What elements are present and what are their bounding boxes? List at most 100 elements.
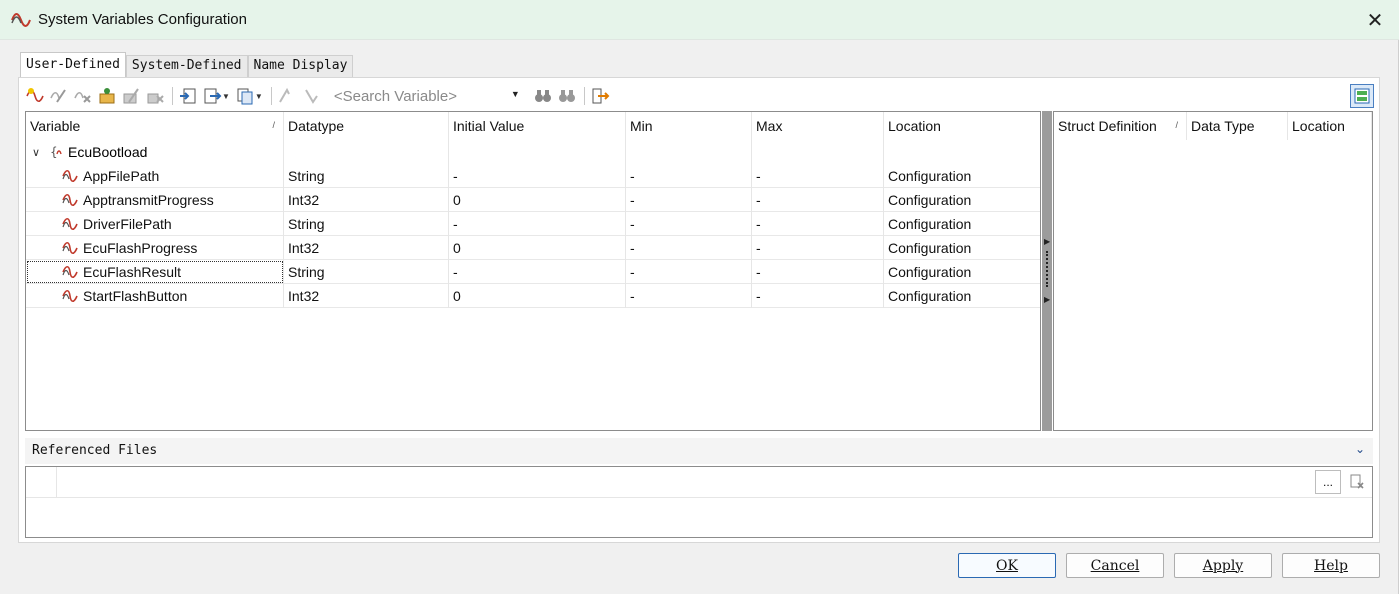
column-divider [883, 140, 884, 164]
max-cell[interactable]: - [752, 236, 884, 260]
initial-value-cell[interactable]: - [449, 260, 626, 284]
max-cell[interactable]: - [752, 164, 884, 188]
chevron-down-icon[interactable]: ∨ [32, 146, 44, 159]
column-header-initial-value[interactable]: Initial Value [449, 112, 626, 140]
variable-icon [62, 289, 78, 303]
datatype-cell[interactable]: String [284, 164, 449, 188]
row-divider [26, 497, 1372, 498]
import-icon[interactable] [177, 85, 199, 107]
variable-name[interactable]: EcuFlashResult [26, 260, 284, 284]
min-cell[interactable]: - [626, 164, 752, 188]
column-header-location[interactable]: Location [884, 112, 1040, 140]
find-next-icon[interactable] [556, 85, 578, 107]
initial-value-cell[interactable]: 0 [449, 236, 626, 260]
arrow-right-icon[interactable]: ▶ [1044, 295, 1050, 304]
min-cell[interactable]: - [626, 188, 752, 212]
tab-user-defined[interactable]: User-Defined [20, 52, 126, 77]
referenced-files-panel[interactable]: ... [25, 466, 1373, 538]
initial-value-cell[interactable]: - [449, 212, 626, 236]
table-row[interactable]: StartFlashButton Int32 0- - Configuration [26, 284, 1040, 308]
datatype-cell[interactable]: String [284, 212, 449, 236]
column-header-datatype[interactable]: Datatype [284, 112, 449, 140]
min-cell[interactable]: - [626, 284, 752, 308]
variable-name[interactable]: EcuFlashProgress [26, 236, 284, 260]
new-namespace-icon[interactable] [96, 85, 118, 107]
search-variable-combo[interactable]: <Search Variable> ▼ [330, 85, 524, 107]
column-header-min[interactable]: Min [626, 112, 752, 140]
grip-icon[interactable] [1046, 251, 1048, 287]
edit-namespace-icon[interactable] [120, 85, 142, 107]
namespace-row[interactable]: ∨ { EcuBootload [26, 140, 147, 164]
datatype-cell[interactable]: Int32 [284, 236, 449, 260]
variable-name[interactable]: StartFlashButton [26, 284, 284, 308]
min-cell[interactable]: - [626, 260, 752, 284]
table-row[interactable]: DriverFilePath String - - - Configuration [26, 212, 1040, 236]
column-header-data-type[interactable]: Data Type [1187, 112, 1288, 140]
max-cell[interactable]: - [752, 212, 884, 236]
copy-icon[interactable] [234, 85, 256, 107]
find-icon[interactable] [532, 85, 554, 107]
table-row[interactable]: ApptransmitProgress Int32 0- - Configuration [26, 188, 1040, 212]
initial-value-cell[interactable]: - [449, 164, 626, 188]
struct-definitions-grid[interactable]: Struct Definition / Data Type Location [1053, 111, 1373, 431]
column-header-location[interactable]: Location [1288, 112, 1372, 140]
datatype-cell[interactable]: String [284, 260, 449, 284]
move-up-icon[interactable] [276, 85, 298, 107]
search-placeholder: <Search Variable> [333, 87, 457, 105]
max-cell[interactable]: - [752, 188, 884, 212]
browse-button[interactable]: ... [1315, 470, 1341, 494]
column-header-max[interactable]: Max [752, 112, 884, 140]
panel-splitter[interactable]: ▶ ▶ [1042, 111, 1052, 431]
location-cell[interactable]: Configuration [884, 236, 1040, 260]
column-divider [625, 140, 626, 164]
max-cell[interactable]: - [752, 260, 884, 284]
column-header-struct-definition[interactable]: Struct Definition / [1054, 112, 1187, 140]
cancel-button[interactable]: Cancel [1066, 553, 1164, 578]
table-row[interactable]: EcuFlashProgress Int32 0- - Configuration [26, 236, 1040, 260]
column-header-variable[interactable]: Variable / [26, 112, 284, 140]
delete-namespace-icon[interactable] [144, 85, 166, 107]
tab-system-defined[interactable]: System-Defined [125, 55, 248, 77]
table-row[interactable]: EcuFlashResult String - - - Configuration [26, 260, 1040, 284]
referenced-files-header[interactable]: Referenced Files ⌄ [25, 438, 1373, 464]
location-cell[interactable]: Configuration [884, 164, 1040, 188]
table-row[interactable]: AppFilePath String - - - Configuration [26, 164, 1040, 188]
delete-variable-icon[interactable] [72, 85, 94, 107]
toolbar-separator [270, 87, 272, 105]
variable-icon [62, 241, 78, 255]
help-button[interactable]: Help [1282, 553, 1380, 578]
export-icon[interactable] [201, 85, 223, 107]
go-to-icon[interactable] [589, 85, 611, 107]
datatype-cell[interactable]: Int32 [284, 188, 449, 212]
close-button[interactable]: ✕ [1363, 8, 1387, 32]
max-cell[interactable]: - [752, 284, 884, 308]
window-title: System Variables Configuration [38, 11, 247, 28]
location-cell[interactable]: Configuration [884, 188, 1040, 212]
new-variable-icon[interactable] [24, 85, 46, 107]
variables-grid[interactable]: Variable / Datatype Initial Value Min Ma… [25, 111, 1041, 431]
edit-variable-icon[interactable] [48, 85, 70, 107]
layout-toggle-button[interactable] [1350, 84, 1374, 108]
export-dropdown-icon[interactable]: ▼ [222, 92, 230, 101]
datatype-cell[interactable]: Int32 [284, 284, 449, 308]
location-cell[interactable]: Configuration [884, 260, 1040, 284]
variable-name[interactable]: ApptransmitProgress [26, 188, 284, 212]
arrow-right-icon[interactable]: ▶ [1044, 237, 1050, 246]
copy-dropdown-icon[interactable]: ▼ [255, 92, 263, 101]
variable-name[interactable]: AppFilePath [26, 164, 284, 188]
collapse-icon[interactable]: ⌄ [1355, 442, 1365, 456]
variable-name[interactable]: DriverFilePath [26, 212, 284, 236]
min-cell[interactable]: - [626, 212, 752, 236]
chevron-down-icon[interactable]: ▼ [511, 89, 520, 99]
apply-button[interactable]: Apply [1174, 553, 1272, 578]
tab-name-display[interactable]: Name Display [247, 55, 354, 77]
remove-file-button[interactable] [1344, 470, 1370, 494]
location-cell[interactable]: Configuration [884, 212, 1040, 236]
initial-value-cell[interactable]: 0 [449, 188, 626, 212]
initial-value-cell[interactable]: 0 [449, 284, 626, 308]
ok-button[interactable]: OK [958, 553, 1056, 578]
location-cell[interactable]: Configuration [884, 284, 1040, 308]
min-cell[interactable]: - [626, 236, 752, 260]
move-down-icon[interactable] [300, 85, 322, 107]
toolbar-separator [172, 87, 173, 105]
